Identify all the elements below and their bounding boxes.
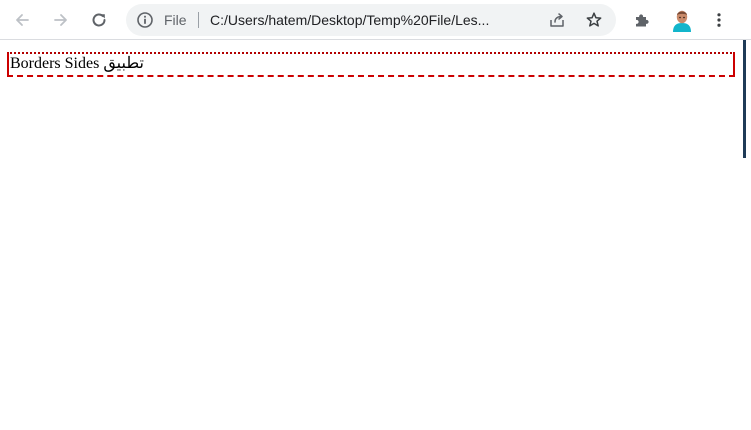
browser-window: File C:/Users/hatem/Desktop/Temp%20File/… (0, 0, 751, 430)
back-arrow-icon (16, 14, 29, 26)
avatar (673, 10, 691, 32)
window-edge (743, 40, 746, 158)
reload-button[interactable] (85, 6, 113, 34)
menu-button[interactable] (705, 6, 733, 34)
info-icon (137, 12, 153, 28)
url-scheme-label: File (164, 12, 187, 28)
address-divider (198, 12, 199, 28)
bordered-demo-box: Borders Sides تطبيق (7, 52, 735, 77)
forward-arrow-icon (54, 14, 67, 26)
extensions-button[interactable] (628, 6, 656, 34)
url-text[interactable]: C:/Users/hatem/Desktop/Temp%20File/Les..… (210, 4, 489, 36)
browser-toolbar: File C:/Users/hatem/Desktop/Temp%20File/… (0, 0, 751, 40)
share-button[interactable] (546, 10, 568, 30)
profile-button[interactable] (668, 6, 696, 34)
reload-icon (92, 13, 106, 27)
site-info-button[interactable] (136, 11, 154, 29)
forward-button[interactable] (47, 6, 75, 34)
share-icon (550, 13, 564, 27)
more-vert-icon (717, 13, 721, 27)
demo-text: Borders Sides تطبيق (10, 55, 144, 72)
back-button[interactable] (8, 6, 36, 34)
puzzle-icon (636, 14, 649, 27)
page-content: Borders Sides تطبيق (0, 41, 743, 430)
bookmark-button[interactable] (583, 10, 605, 30)
address-bar[interactable]: File C:/Users/hatem/Desktop/Temp%20File/… (126, 4, 616, 36)
star-icon (586, 12, 602, 27)
